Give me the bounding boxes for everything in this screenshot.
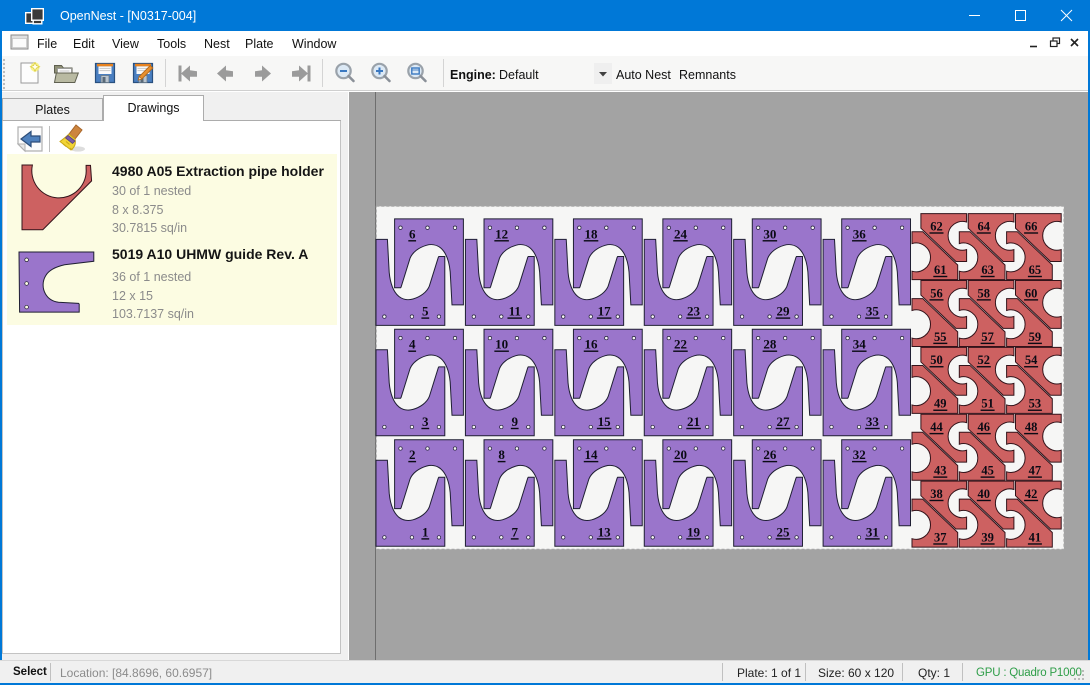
svg-text:1: 1 <box>422 524 429 539</box>
svg-text:47: 47 <box>1028 463 1041 477</box>
svg-text:41: 41 <box>1028 530 1041 544</box>
svg-text:23: 23 <box>687 303 701 318</box>
svg-text:24: 24 <box>673 226 687 241</box>
svg-text:7: 7 <box>511 524 518 539</box>
svg-text:16: 16 <box>584 336 598 351</box>
svg-text:62: 62 <box>930 219 943 233</box>
svg-text:20: 20 <box>673 447 686 462</box>
svg-text:14: 14 <box>584 447 598 462</box>
svg-text:58: 58 <box>977 286 990 300</box>
svg-text:19: 19 <box>687 524 701 539</box>
svg-text:5: 5 <box>422 303 429 318</box>
svg-text:28: 28 <box>763 336 777 351</box>
svg-text:8: 8 <box>498 447 505 462</box>
svg-text:55: 55 <box>934 329 947 343</box>
svg-text:2: 2 <box>408 447 415 462</box>
svg-text:56: 56 <box>930 286 943 300</box>
svg-text:9: 9 <box>511 414 518 429</box>
svg-text:44: 44 <box>930 420 943 434</box>
svg-text:35: 35 <box>865 303 879 318</box>
svg-text:38: 38 <box>930 486 943 500</box>
svg-text:10: 10 <box>495 336 508 351</box>
svg-text:49: 49 <box>934 396 947 410</box>
svg-text:27: 27 <box>776 414 790 429</box>
svg-text:21: 21 <box>687 414 700 429</box>
svg-text:40: 40 <box>977 486 990 500</box>
svg-text:22: 22 <box>673 336 686 351</box>
svg-text:39: 39 <box>981 530 994 544</box>
svg-text:65: 65 <box>1028 263 1041 277</box>
svg-text:15: 15 <box>597 414 611 429</box>
svg-text:59: 59 <box>1028 329 1041 343</box>
svg-text:46: 46 <box>977 420 990 434</box>
svg-text:26: 26 <box>763 447 777 462</box>
svg-text:11: 11 <box>508 303 520 318</box>
svg-text:6: 6 <box>408 226 415 241</box>
svg-text:36: 36 <box>852 226 866 241</box>
svg-text:53: 53 <box>1028 396 1041 410</box>
svg-text:30: 30 <box>763 226 776 241</box>
svg-text:64: 64 <box>977 219 990 233</box>
svg-text:57: 57 <box>981 329 994 343</box>
svg-text:42: 42 <box>1024 486 1037 500</box>
svg-text:51: 51 <box>981 396 994 410</box>
svg-text:45: 45 <box>981 463 994 477</box>
svg-text:61: 61 <box>934 263 947 277</box>
svg-text:50: 50 <box>930 353 943 367</box>
svg-text:48: 48 <box>1024 420 1037 434</box>
svg-text:29: 29 <box>776 303 790 318</box>
svg-text:13: 13 <box>597 524 611 539</box>
svg-text:34: 34 <box>852 336 866 351</box>
svg-text:60: 60 <box>1024 286 1037 300</box>
svg-text:37: 37 <box>934 530 947 544</box>
svg-text:43: 43 <box>934 463 947 477</box>
svg-text:17: 17 <box>597 303 611 318</box>
svg-text:63: 63 <box>981 263 994 277</box>
svg-text:54: 54 <box>1024 353 1037 367</box>
svg-text:31: 31 <box>865 524 878 539</box>
svg-text:25: 25 <box>776 524 790 539</box>
svg-text:18: 18 <box>584 226 598 241</box>
svg-text:12: 12 <box>495 226 508 241</box>
svg-text:32: 32 <box>852 447 865 462</box>
svg-text:66: 66 <box>1024 219 1037 233</box>
svg-text:3: 3 <box>422 414 429 429</box>
svg-text:52: 52 <box>977 353 990 367</box>
svg-text:33: 33 <box>865 414 879 429</box>
svg-text:4: 4 <box>408 336 415 351</box>
